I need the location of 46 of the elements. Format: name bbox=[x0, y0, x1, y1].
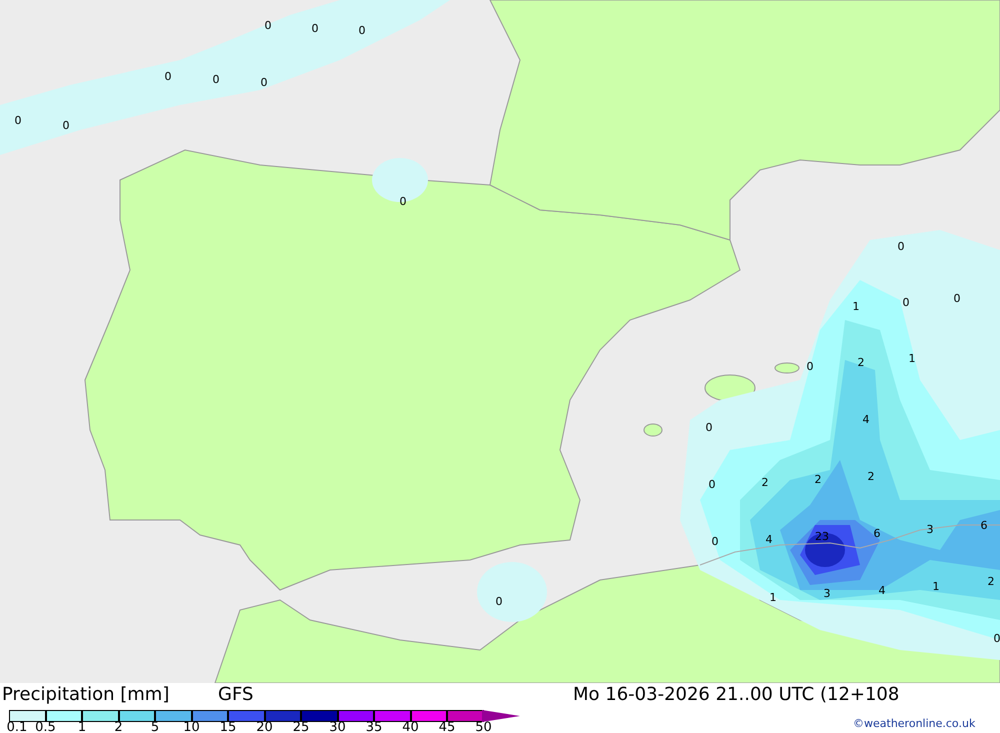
contour-label: 4 bbox=[766, 533, 772, 546]
contour-label: 4 bbox=[878, 584, 886, 597]
contour-label: 4 bbox=[862, 413, 870, 426]
contour-label: 0 bbox=[902, 296, 910, 309]
contour-label: 1 bbox=[770, 591, 776, 604]
credit-link[interactable]: ©weatheronline.co.uk bbox=[853, 717, 976, 731]
contour-label: 2 bbox=[858, 356, 864, 369]
contour-label: 0 bbox=[358, 24, 366, 37]
contour-label: 0 bbox=[312, 22, 318, 35]
scale-label: 0.1 bbox=[6, 721, 28, 733]
contour-label: 0 bbox=[496, 595, 502, 608]
contour-label: 0 bbox=[706, 421, 712, 434]
contour-label: 0 bbox=[400, 195, 406, 208]
contour-label: 23 bbox=[815, 530, 829, 543]
contour-label: 0 bbox=[264, 19, 272, 32]
contour-label: 0 bbox=[712, 535, 718, 548]
scale-label: 50 bbox=[475, 721, 492, 733]
contour-label: 2 bbox=[762, 476, 768, 489]
contour-label: 0 bbox=[212, 73, 220, 86]
contour-label: 0 bbox=[708, 478, 716, 491]
contour-label: 1 bbox=[852, 300, 860, 313]
contour-label: 2 bbox=[868, 470, 874, 483]
model-name: GFS bbox=[218, 684, 254, 706]
contour-label: 0 bbox=[62, 119, 70, 132]
contour-label: 3 bbox=[824, 587, 830, 600]
contour-label: 1 bbox=[932, 580, 940, 593]
contour-label: 6 bbox=[980, 519, 988, 532]
contour-label: 0 bbox=[994, 632, 1000, 645]
contour-label: 2 bbox=[988, 575, 994, 588]
contour-label: 2 bbox=[814, 473, 822, 486]
precipitation-area bbox=[805, 533, 845, 567]
contour-label: 6 bbox=[874, 527, 880, 540]
contour-label: 0 bbox=[954, 292, 960, 305]
precipitation-area bbox=[477, 562, 547, 622]
contour-label: 0 bbox=[164, 70, 172, 83]
contour-label: 1 bbox=[908, 352, 916, 365]
contour-label: 3 bbox=[926, 523, 934, 536]
contour-label: 0 bbox=[260, 76, 268, 89]
contour-label: 0 bbox=[806, 360, 814, 373]
island bbox=[644, 424, 662, 436]
island bbox=[774, 362, 800, 374]
contour-label: 0 bbox=[14, 114, 22, 127]
contour-label: 0 bbox=[898, 240, 904, 253]
map-title: Precipitation [mm] bbox=[2, 684, 170, 706]
scale-label: 40 bbox=[402, 721, 419, 733]
valid-time: Mo 16-03-2026 21..00 UTC (12+108 bbox=[573, 684, 900, 706]
